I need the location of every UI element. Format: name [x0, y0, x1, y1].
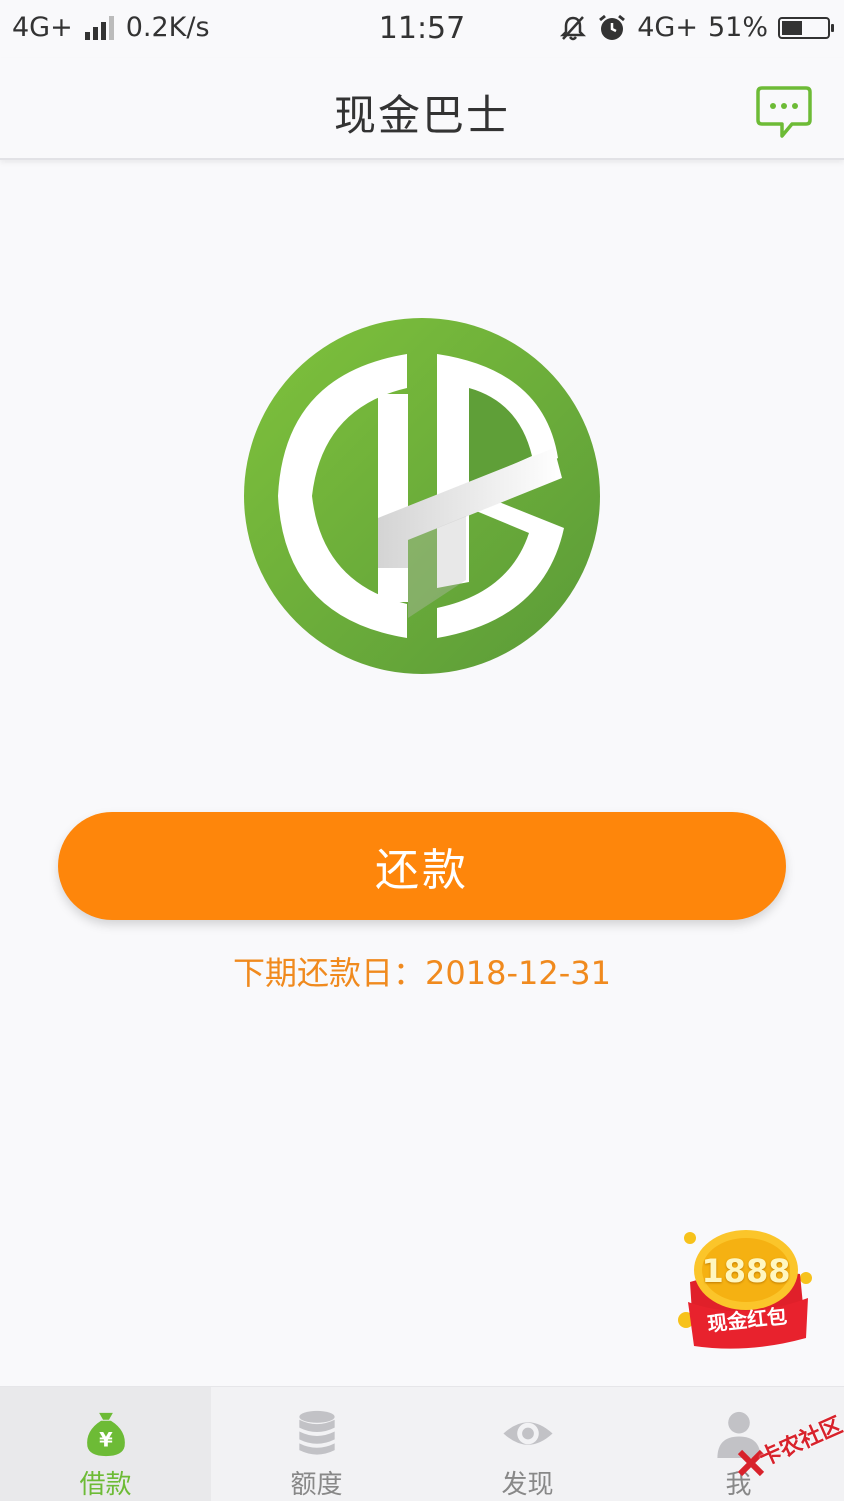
next-due-date: 下期还款日：2018-12-31	[0, 948, 844, 994]
tab-borrow[interactable]: ¥ 借款	[0, 1387, 211, 1501]
coin-stack-icon	[298, 1410, 335, 1455]
nav-bar: 现金巴士	[0, 58, 844, 160]
alarm-icon	[599, 14, 626, 40]
message-button[interactable]	[754, 84, 814, 140]
tab-bar: ¥ 借款 额度 发现 我	[0, 1386, 844, 1501]
battery-icon	[778, 16, 834, 39]
network-type-right: 4G+	[637, 12, 698, 43]
status-bar: 4G+ 0.2K/s 11:57 4G+ 51%	[0, 0, 844, 58]
eye-icon	[502, 1422, 553, 1445]
tab-label: 发现	[501, 1470, 554, 1500]
status-right: 4G+ 51%	[559, 12, 834, 43]
next-due-label: 下期还款日：	[233, 954, 426, 992]
red-packet-amount: 1888	[701, 1252, 791, 1290]
chat-bubble-icon	[756, 86, 812, 138]
money-bag-icon: ¥	[86, 1412, 125, 1457]
tab-quota[interactable]: 额度	[211, 1387, 422, 1501]
red-packet-badge[interactable]: 1888 现金红包	[672, 1226, 818, 1358]
tab-label: 额度	[290, 1470, 343, 1500]
watermark-text: 卡农社区	[755, 1412, 844, 1472]
page-title: 现金巴士	[333, 91, 510, 140]
next-due-value: 2018-12-31	[425, 954, 611, 992]
repay-button[interactable]: 还款	[58, 812, 786, 920]
svg-text:¥: ¥	[99, 1428, 113, 1451]
tab-discover[interactable]: 发现	[422, 1387, 633, 1501]
battery-fill	[782, 20, 803, 35]
watermark: 卡农社区	[736, 1408, 844, 1478]
mute-bell-icon	[560, 15, 587, 40]
cash-bus-logo	[244, 318, 600, 674]
tab-label: 借款	[79, 1470, 132, 1500]
battery-percent: 51%	[707, 12, 768, 43]
